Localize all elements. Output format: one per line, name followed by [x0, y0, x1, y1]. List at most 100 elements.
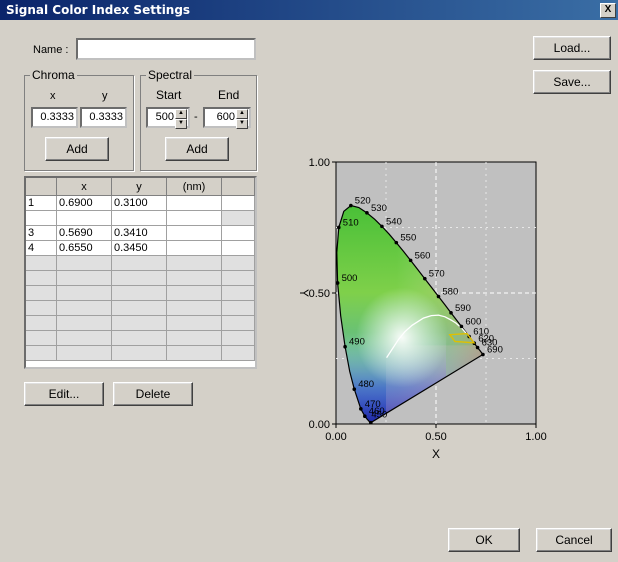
row-y: 0.3450 [111, 240, 167, 256]
spectral-add-button[interactable]: Add [165, 137, 229, 161]
table-header-x[interactable]: x [56, 178, 112, 196]
spectral-end-label: End [218, 88, 240, 102]
wavelength-label: 490 [349, 337, 365, 348]
row-index: 2 [26, 210, 57, 226]
x-tick-label: 0.50 [425, 431, 446, 443]
locus-point [449, 311, 453, 315]
wavelength-label: 500 [342, 273, 358, 284]
row-y: 0.3410 [111, 225, 167, 241]
locus-point [423, 276, 427, 281]
cancel-button[interactable]: Cancel [536, 528, 612, 552]
up-arrow-icon[interactable]: ▲ [175, 109, 187, 119]
wavelength-label: 510 [343, 218, 359, 229]
up-arrow-icon[interactable]: ▲ [236, 109, 248, 119]
gamut-white [356, 287, 448, 388]
chroma-add-button[interactable]: Add [45, 137, 109, 161]
spectral-legend: Spectral [146, 68, 195, 82]
locus-point [363, 414, 367, 419]
wavelength-label: 570 [429, 269, 445, 280]
table-row-selected[interactable]: 2 0.5950 0.3150 [26, 210, 255, 226]
wavelength-label: 550 [400, 233, 416, 244]
empty-row [26, 345, 255, 361]
table-header-y[interactable]: y [111, 178, 167, 196]
row-nm [166, 195, 222, 211]
chroma-legend: Chroma [30, 68, 77, 82]
wavelength-label: 590 [455, 303, 471, 314]
row-x: 0.5950 [56, 210, 112, 226]
empty-row [26, 285, 255, 301]
table-row[interactable]: 4 0.6550 0.3450 [26, 240, 255, 256]
locus-point [349, 203, 353, 208]
row-x: 0.6900 [56, 195, 112, 211]
save-button[interactable]: Save... [533, 70, 611, 94]
row-y: 0.3100 [111, 195, 167, 211]
locus-point [365, 211, 369, 215]
chroma-x-input[interactable]: 0.3333 [31, 107, 78, 128]
empty-row [26, 300, 255, 316]
wavelength-label: 470 [365, 399, 381, 410]
edit-button[interactable]: Edit... [24, 382, 104, 406]
chromaticity-chart: 4604704504804905005105205305405505605705… [297, 157, 547, 461]
row-index: 4 [26, 240, 57, 256]
locus-point [380, 224, 384, 229]
color-table-grid: x y (nm) 1 0.6900 0.3100 2 0.5950 0.3150 3 0.… [26, 178, 255, 361]
ok-button[interactable]: OK [448, 528, 520, 552]
locus-point [436, 294, 441, 299]
table-header-index[interactable] [26, 178, 57, 196]
x-axis-label: X [432, 447, 440, 461]
name-input[interactable] [76, 38, 256, 60]
row-index: 3 [26, 225, 57, 241]
locus-point [369, 420, 373, 425]
empty-row [26, 255, 255, 271]
chroma-x-label: x [50, 90, 56, 102]
locus-point [459, 324, 464, 329]
load-button[interactable]: Load... [533, 36, 611, 60]
locus-point [343, 344, 347, 349]
locus-point [394, 240, 399, 245]
x-tick-label: 1.00 [525, 431, 546, 443]
chroma-y-input[interactable]: 0.3333 [80, 107, 127, 128]
wavelength-label: 580 [442, 286, 458, 297]
color-table[interactable]: x y (nm) 1 0.6900 0.3100 2 0.5950 0.3150 3 0.… [24, 176, 257, 369]
spectral-start-spinner[interactable]: ▲ ▼ [175, 109, 187, 129]
row-index: 1 [26, 195, 57, 211]
wavelength-label: 690 [487, 345, 503, 356]
empty-row [26, 330, 255, 346]
close-button[interactable]: X [600, 3, 616, 18]
y-tick-label: 1.00 [309, 157, 330, 169]
row-blank [221, 225, 255, 241]
down-arrow-icon[interactable]: ▼ [236, 119, 248, 129]
spectral-start-label: Start [156, 88, 182, 102]
down-arrow-icon[interactable]: ▼ [175, 119, 187, 129]
locus-point [475, 345, 480, 350]
locus-point [481, 352, 485, 357]
row-nm [166, 210, 222, 226]
window-title: Signal Color Index Settings [6, 3, 191, 17]
locus-point [408, 258, 413, 263]
delete-button[interactable]: Delete [113, 382, 193, 406]
wavelength-label: 520 [355, 195, 371, 206]
wavelength-label: 450 [371, 409, 387, 420]
table-header-extra [221, 178, 255, 196]
wavelength-label: 540 [386, 216, 402, 227]
row-blank [221, 195, 255, 211]
table-row[interactable]: 1 0.6900 0.3100 [26, 195, 255, 211]
chroma-y-label: y [102, 90, 108, 102]
spectral-separator: - [194, 111, 198, 123]
table-header-nm[interactable]: (nm) [166, 178, 222, 196]
x-tick-label: 0.00 [325, 431, 346, 443]
title-bar: Signal Color Index Settings X [0, 0, 618, 20]
row-blank [221, 240, 255, 256]
empty-row [26, 315, 255, 331]
spectral-end-spinner[interactable]: ▲ ▼ [236, 109, 248, 129]
locus-point [335, 281, 340, 285]
name-label: Name : [33, 44, 69, 56]
table-row[interactable]: 3 0.5690 0.3410 [26, 225, 255, 241]
empty-row [26, 270, 255, 286]
wavelength-label: 560 [415, 251, 431, 262]
row-nm [166, 225, 222, 241]
row-nm [166, 240, 222, 256]
locus-point [359, 407, 363, 411]
wavelength-label: 530 [371, 203, 387, 214]
row-x: 0.5690 [56, 225, 112, 241]
